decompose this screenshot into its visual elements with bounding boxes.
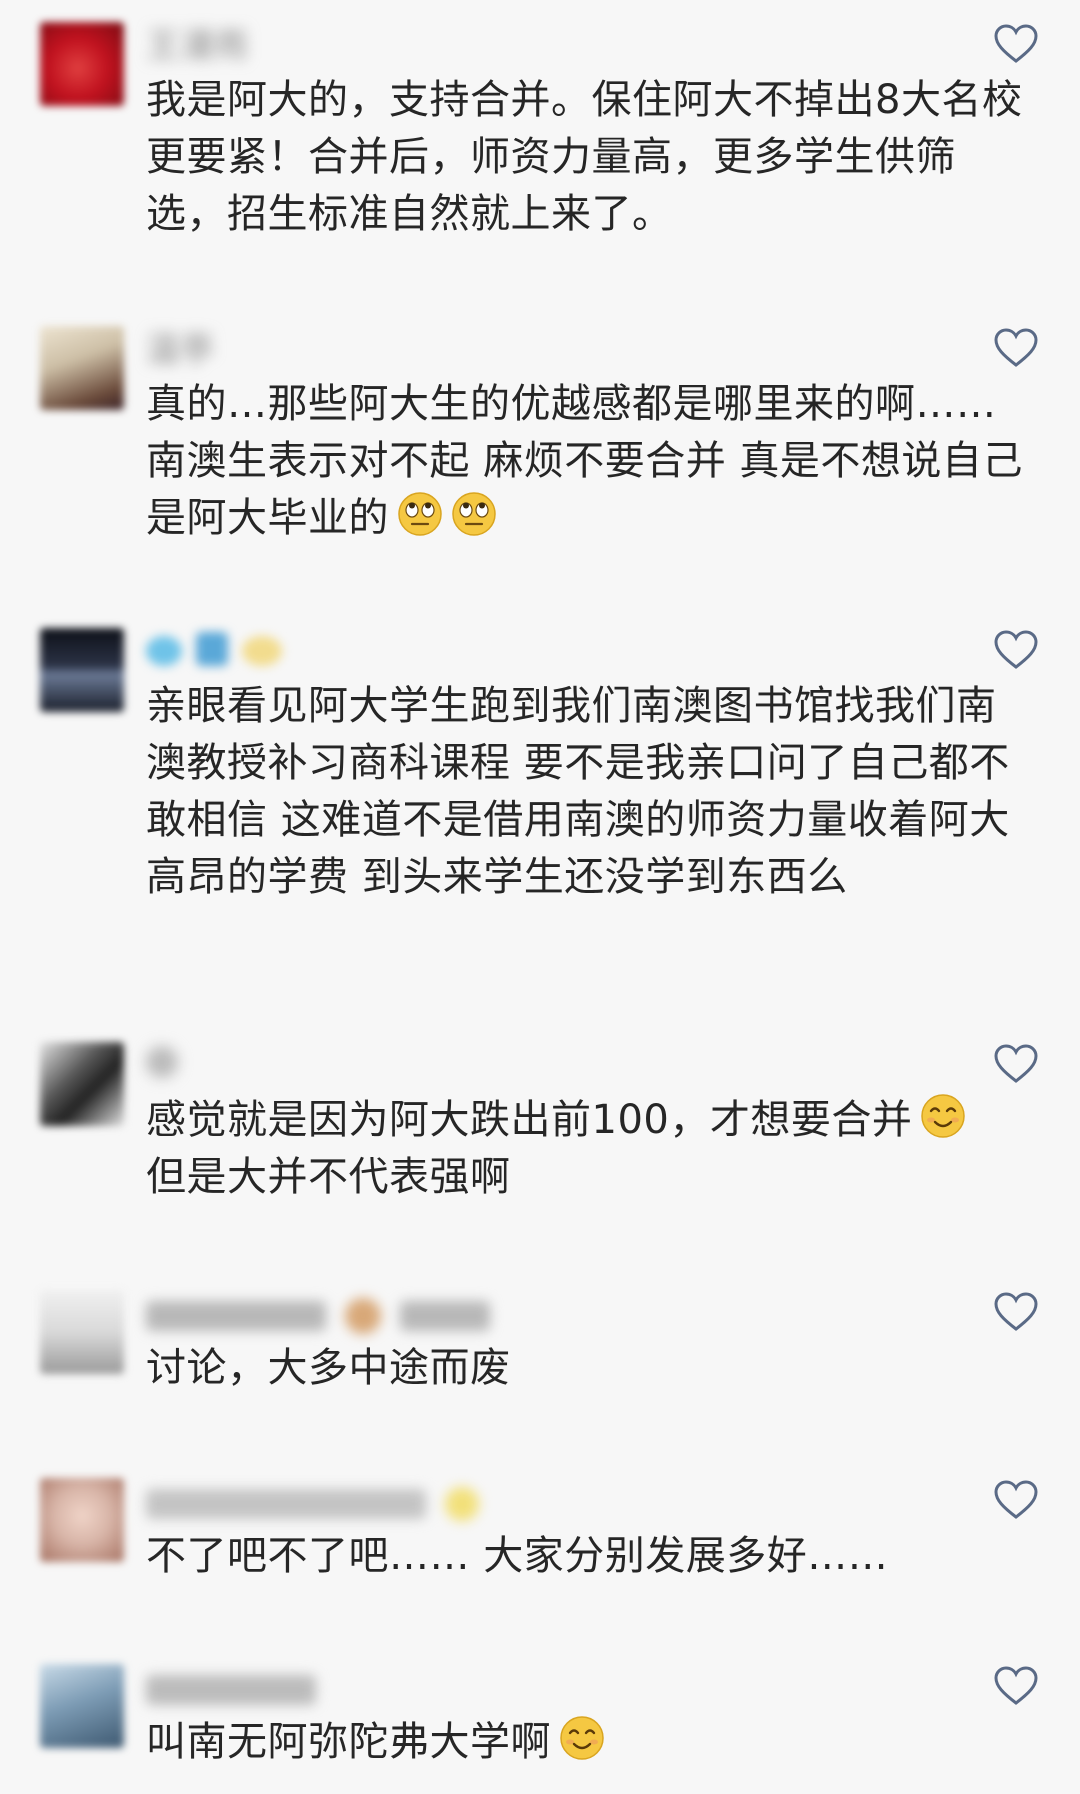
nickname-blurred-text [146,1488,426,1519]
comment-text-line: 感觉就是因为阿大跌出前100，才想要合并 [146,1097,913,1143]
smiling-emoji [921,1094,966,1138]
nickname[interactable] [146,1046,178,1087]
smiling-emoji [560,1716,604,1760]
avatar[interactable] [40,1664,124,1748]
heart-icon[interactable] [994,630,1038,670]
comment-text: 讨论，大多中途而废 [146,1345,511,1391]
nickname[interactable] [146,632,282,675]
comment-text: 感觉就是因为阿大跌出前100，才想要合并 但是大并不代表强啊 [146,1092,1036,1206]
eye-roll-emoji [398,492,442,536]
heart-icon[interactable] [994,328,1038,368]
comment-text: 我是阿大的，支持合并。保住阿大不掉出8大名校更要紧！合并后，师资力量高，更多学生… [146,77,1023,237]
nickname-blurred-text [399,1300,490,1331]
heart-icon[interactable] [994,1480,1038,1520]
nickname-emoji-icon [242,636,282,666]
nickname[interactable] [146,1668,316,1708]
nickname-emoji-icon [146,636,182,666]
comment-text-body: 叫南无阿弥陀弗大学啊 [146,1719,551,1765]
nickname-avatar-icon [146,1046,178,1078]
nickname-emoji-icon [344,1297,381,1334]
heart-icon[interactable] [994,1292,1038,1332]
avatar[interactable] [40,1042,124,1126]
nickname[interactable]: 王漫雨 [146,26,248,66]
nickname-emoji-icon [196,632,228,666]
crown-icon [444,1486,479,1521]
avatar[interactable] [40,22,124,106]
eye-roll-emoji [452,492,496,536]
avatar[interactable] [40,1478,124,1562]
nickname[interactable]: 温亭 [146,330,214,370]
comment-text: 不了吧不了吧…… 大家分别发展多好…… [146,1533,889,1579]
heart-icon[interactable] [994,1044,1038,1084]
heart-icon[interactable] [994,1666,1038,1706]
comment-text-body: 真的…那些阿大生的优越感都是哪里来的啊……南澳生表示对不起 麻烦不要合并 真是不… [146,381,1023,541]
comment-text: 亲眼看见阿大学生跑到我们南澳图书馆找我们南澳教授补习商科课程 要不是我亲口问了自… [146,683,1010,900]
nickname-blurred-text [146,1674,316,1705]
nickname-blurred-text [146,1300,326,1331]
comment-text: 真的…那些阿大生的优越感都是哪里来的啊……南澳生表示对不起 麻烦不要合并 真是不… [146,376,1036,547]
avatar[interactable] [40,1290,124,1374]
nickname[interactable] [146,1294,490,1334]
comment-text: 叫南无阿弥陀弗大学啊 [146,1714,1036,1771]
heart-icon[interactable] [994,24,1038,64]
avatar[interactable] [40,326,124,410]
nickname[interactable] [146,1482,479,1522]
comment-text-line: 但是大并不代表强啊 [146,1154,511,1200]
avatar[interactable] [40,628,124,712]
